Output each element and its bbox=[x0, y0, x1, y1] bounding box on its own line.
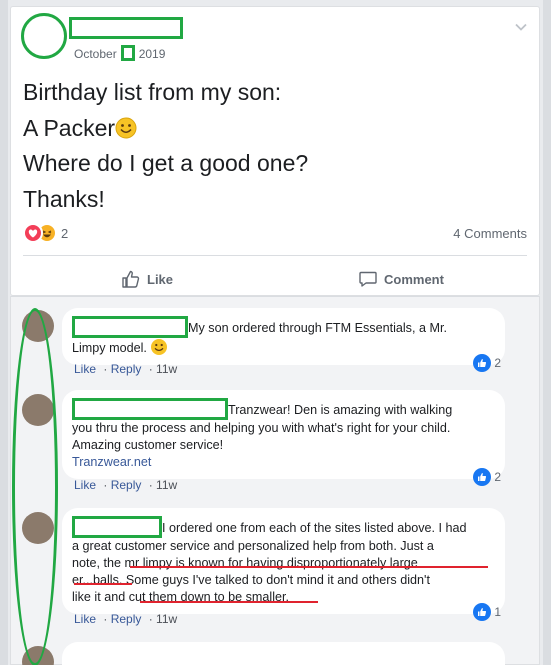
name-redaction-box bbox=[72, 516, 162, 538]
comment-time[interactable]: 11w bbox=[156, 612, 177, 626]
post-line: Where do I get a good one? bbox=[23, 150, 309, 176]
red-underline bbox=[130, 566, 488, 568]
like-count: 2 bbox=[494, 355, 501, 370]
like-button-label: Like bbox=[147, 271, 174, 287]
post-line: Thanks! bbox=[23, 185, 105, 212]
avatar-redaction-oval bbox=[12, 308, 58, 665]
post-card: October 2019 Birthday list from my son: A… bbox=[10, 6, 540, 296]
reactions-summary[interactable]: 2 bbox=[23, 222, 68, 244]
comment-icon bbox=[359, 271, 377, 287]
comment-like-link[interactable]: Like bbox=[74, 612, 96, 626]
like-button[interactable]: Like bbox=[121, 266, 173, 292]
post-text: Birthday list from my son: A Packer Wher… bbox=[23, 75, 308, 217]
chevron-down-icon[interactable] bbox=[515, 21, 527, 33]
like-count: 2 bbox=[494, 469, 501, 484]
comment-bubble: Tranzwear! Den is amazing with walking y… bbox=[62, 390, 505, 486]
background-left bbox=[0, 0, 8, 665]
like-icon bbox=[473, 603, 492, 621]
divider bbox=[11, 296, 539, 297]
comment-reply-link[interactable]: Reply bbox=[111, 478, 142, 492]
divider bbox=[23, 255, 527, 256]
comment-actions: Like · Reply · 11w bbox=[74, 612, 178, 626]
comment-text: Amazing customer service! bbox=[72, 438, 224, 452]
comment-like-count[interactable]: 2 bbox=[473, 467, 501, 487]
comments-section: My son ordered through FTM Essentials, a… bbox=[10, 296, 540, 665]
background-right bbox=[543, 0, 551, 665]
comment-like-link[interactable]: Like bbox=[74, 478, 96, 492]
comment-text: note, the mr limpy is known for having d… bbox=[72, 556, 418, 570]
tranzwear-link[interactable]: Tranzwear.net bbox=[72, 455, 151, 469]
comment-like-link[interactable]: Like bbox=[74, 362, 96, 376]
name-redaction-box bbox=[72, 316, 188, 338]
comment-time[interactable]: 11w bbox=[156, 478, 177, 492]
smiley-emoji-icon bbox=[150, 338, 168, 356]
post-date-year: 2019 bbox=[138, 47, 166, 61]
comment-reply-link[interactable]: Reply bbox=[111, 612, 142, 626]
post-line: Birthday list from my son: bbox=[23, 79, 282, 105]
reaction-count: 2 bbox=[61, 225, 69, 241]
comment-bubble bbox=[62, 642, 505, 665]
comment-actions: Like · Reply · 11w bbox=[74, 478, 178, 492]
comment-text: er...balls. Some guys I've talked to don… bbox=[72, 573, 430, 587]
thumbs-up-icon bbox=[122, 270, 140, 288]
name-redaction-box bbox=[72, 398, 228, 420]
comment-button-label: Comment bbox=[384, 271, 444, 287]
comment-bubble: I ordered one from each of the sites lis… bbox=[62, 508, 505, 621]
smiley-emoji-icon bbox=[115, 114, 137, 138]
post-date[interactable]: October 2019 bbox=[74, 45, 165, 61]
comment-text: I ordered one from each of the sites lis… bbox=[162, 521, 467, 535]
comment-like-count[interactable]: 2 bbox=[473, 353, 501, 373]
comment-text: Tranzwear! Den is amazing with walking bbox=[228, 403, 453, 417]
comment-reply-link[interactable]: Reply bbox=[111, 362, 142, 376]
comments-count-link[interactable]: 4 Comments bbox=[453, 226, 527, 241]
comment-text: My son ordered through FTM Essentials, a… bbox=[188, 321, 447, 335]
comment-like-count[interactable]: 1 bbox=[473, 602, 501, 622]
like-count: 1 bbox=[494, 604, 501, 619]
love-reaction-icon bbox=[23, 223, 43, 243]
comment-text: you thru the process and helping you wit… bbox=[72, 421, 451, 435]
comment-time[interactable]: 11w bbox=[156, 362, 177, 376]
name-redaction-box bbox=[69, 17, 183, 39]
red-underline bbox=[140, 601, 318, 603]
like-icon bbox=[473, 354, 492, 372]
like-icon bbox=[473, 468, 492, 486]
red-underline bbox=[74, 583, 132, 585]
comment-actions: Like · Reply · 11w bbox=[74, 362, 178, 376]
comment-button[interactable]: Comment bbox=[358, 266, 444, 292]
comment-text: Limpy model. bbox=[72, 341, 147, 355]
avatar-redaction-circle bbox=[21, 13, 67, 59]
post-line: A Packer bbox=[23, 114, 116, 141]
post-date-month: October bbox=[74, 47, 117, 61]
date-redaction-box bbox=[120, 45, 135, 61]
comment-text: a great customer service and personalize… bbox=[72, 539, 434, 553]
comment-text: like it and cut them down to be smaller. bbox=[72, 590, 290, 604]
comment-bubble: My son ordered through FTM Essentials, a… bbox=[62, 308, 505, 372]
